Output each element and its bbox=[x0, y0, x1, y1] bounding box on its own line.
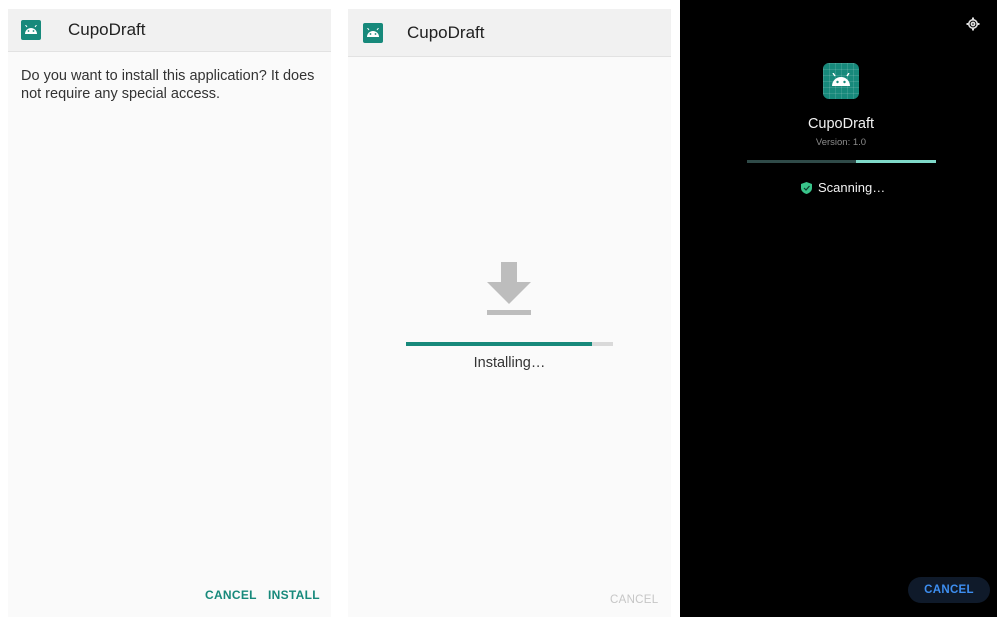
install-progress-fill bbox=[406, 342, 593, 346]
install-message: Do you want to install this application?… bbox=[21, 68, 315, 102]
android-app-icon bbox=[21, 20, 41, 40]
install-progress-bar bbox=[406, 342, 613, 346]
cancel-button[interactable]: CANCEL bbox=[908, 577, 990, 603]
scan-progress-fill bbox=[856, 160, 936, 163]
android-app-icon bbox=[363, 22, 383, 43]
android-app-icon bbox=[823, 63, 859, 99]
shield-icon bbox=[801, 181, 812, 194]
download-icon bbox=[487, 262, 531, 315]
scan-progress-bar bbox=[747, 160, 936, 163]
gear-icon[interactable] bbox=[966, 17, 980, 31]
scan-status-text: Scanning… bbox=[818, 180, 886, 195]
scanning-screen: CupoDraft Version: 1.0 Scanning… CANCEL bbox=[680, 0, 997, 617]
app-version: Version: 1.0 bbox=[815, 137, 867, 148]
install-button[interactable]: INSTALL bbox=[268, 588, 320, 602]
app-title: CupoDraft bbox=[407, 22, 485, 42]
scan-status: Scanning… bbox=[801, 180, 885, 195]
cancel-button[interactable]: CANCEL bbox=[205, 588, 257, 602]
install-status: Installing… bbox=[473, 355, 546, 371]
app-bar: CupoDraft bbox=[8, 9, 331, 52]
app-title: CupoDraft bbox=[68, 20, 146, 39]
install-prompt-screen: CupoDraft Do you want to install this ap… bbox=[8, 9, 331, 617]
cancel-button[interactable]: CANCEL bbox=[610, 594, 658, 606]
installing-screen: CupoDraft Installing… CANCEL bbox=[348, 9, 671, 617]
app-name: CupoDraft bbox=[807, 116, 875, 132]
app-bar: CupoDraft bbox=[348, 9, 671, 57]
